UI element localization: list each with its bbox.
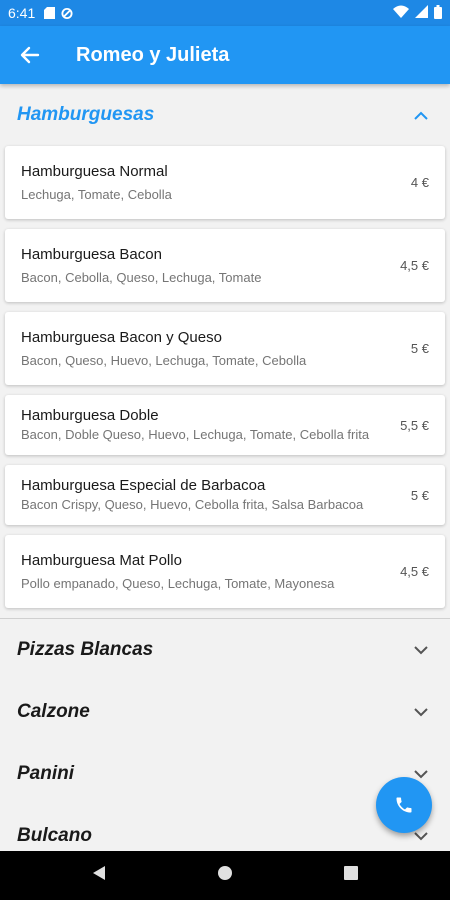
item-name: Hamburguesa Especial de Barbacoa	[21, 477, 266, 494]
chevron-down-icon[interactable]	[409, 638, 433, 662]
item-price: 5,5 €	[400, 417, 429, 433]
list-item[interactable]: Hamburguesa Normal Lechuga, Tomate, Cebo…	[5, 146, 445, 219]
call-fab-button[interactable]	[376, 777, 432, 833]
item-price: 4 €	[410, 175, 429, 190]
signal-icon	[415, 5, 428, 21]
item-name: Hamburguesa Bacon	[21, 245, 162, 263]
battery-icon	[434, 4, 442, 22]
status-bar: 6:41	[0, 0, 450, 26]
item-description: Bacon, Doble Queso, Huevo, Lechuga, Toma…	[21, 427, 370, 442]
list-item[interactable]: Hamburguesa Bacon Bacon, Cebolla, Queso,…	[5, 229, 445, 302]
arrow-left-icon	[20, 46, 40, 64]
item-name: Hamburguesa Doble	[21, 407, 159, 424]
item-price: 5 €	[410, 341, 429, 356]
app-bar: Romeo y Julieta	[0, 26, 450, 84]
status-time: 6:41	[8, 5, 36, 21]
wifi-icon	[393, 5, 409, 21]
item-description: Bacon Crispy, Queso, Huevo, Cebolla frit…	[21, 497, 364, 512]
section-label: Bulcano	[17, 825, 92, 846]
list-item[interactable]: Hamburguesa Especial de Barbacoa Bacon C…	[5, 465, 445, 525]
list-item[interactable]: Hamburguesa Doble Bacon, Doble Queso, Hu…	[5, 395, 445, 455]
list-item[interactable]: Hamburguesa Bacon y Queso Bacon, Queso, …	[5, 312, 445, 385]
section-header-pizzas-blancas[interactable]: Pizzas Blancas	[0, 619, 450, 681]
section-header-hamburguesas[interactable]: Hamburguesas	[0, 84, 450, 146]
item-name: Hamburguesa Mat Pollo	[21, 551, 182, 569]
section-header-calzone[interactable]: Calzone	[0, 681, 450, 743]
item-description: Lechuga, Tomate, Cebolla	[21, 186, 172, 202]
item-price: 4,5 €	[400, 258, 429, 273]
item-price: 5 €	[410, 487, 429, 503]
system-nav-bar	[0, 851, 450, 900]
item-description: Bacon, Queso, Huevo, Lechuga, Tomate, Ce…	[21, 352, 307, 368]
back-button[interactable]	[0, 26, 60, 84]
nav-back-icon[interactable]	[91, 865, 107, 886]
section-items-hamburguesas: Hamburguesa Normal Lechuga, Tomate, Cebo…	[0, 146, 450, 608]
item-name: Hamburguesa Bacon y Queso	[21, 328, 222, 346]
chevron-down-icon[interactable]	[409, 700, 433, 724]
section-label: Hamburguesas	[17, 104, 155, 125]
sd-card-icon	[43, 7, 55, 19]
item-name: Hamburguesa Normal	[21, 162, 168, 180]
chevron-up-icon[interactable]	[409, 103, 433, 127]
item-description: Pollo empanado, Queso, Lechuga, Tomate, …	[21, 575, 335, 591]
nav-home-icon[interactable]	[217, 865, 233, 886]
page-title: Romeo y Julieta	[76, 43, 230, 66]
phone-icon	[396, 797, 412, 813]
list-item[interactable]: Hamburguesa Mat Pollo Pollo empanado, Qu…	[5, 535, 445, 608]
item-price: 4,5 €	[400, 564, 429, 579]
data-saver-icon	[61, 7, 73, 19]
section-label: Calzone	[17, 701, 90, 722]
item-description: Bacon, Cebolla, Queso, Lechuga, Tomate	[21, 269, 262, 285]
section-label: Panini	[17, 763, 75, 784]
nav-recents-icon[interactable]	[343, 865, 359, 886]
section-label: Pizzas Blancas	[17, 639, 154, 660]
menu-list[interactable]: Hamburguesas Hamburguesa Normal Lechuga,…	[0, 84, 450, 851]
